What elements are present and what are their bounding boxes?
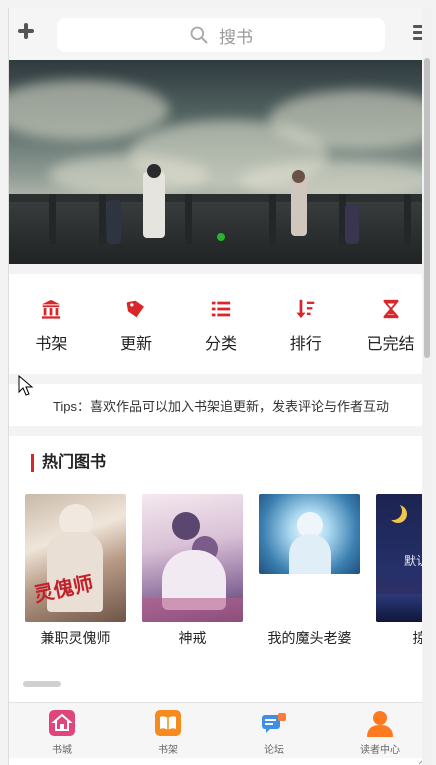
category-ranking[interactable]: 排行 [270, 284, 342, 374]
category-label: 书架 [35, 336, 68, 353]
banner-carousel[interactable] [9, 60, 431, 264]
category-label: 排行 [289, 336, 322, 353]
vertical-scrollbar[interactable] [422, 8, 432, 765]
scrollbar-thumb[interactable] [424, 58, 430, 358]
carousel-indicator[interactable] [217, 233, 225, 241]
divider [9, 426, 431, 436]
book-cover[interactable] [259, 494, 360, 574]
category-label: 分类 [204, 336, 237, 353]
top-bar: 搜书 [9, 8, 431, 60]
hourglass-icon [383, 299, 399, 319]
bottom-tab-bar: 书城 书架 论坛 读者中心 [9, 702, 431, 758]
book-title: 我的魔头老婆 [267, 630, 352, 646]
category-label: 已完结 [366, 336, 415, 353]
search-bar[interactable]: 搜书 [57, 18, 385, 52]
search-placeholder: 搜书 [219, 27, 253, 47]
search-icon [190, 26, 208, 44]
add-icon[interactable] [15, 20, 37, 42]
category-classify[interactable]: 分类 [185, 284, 257, 374]
book-title: 兼职灵傀师 [40, 630, 111, 646]
tab-bookshelf[interactable]: 书架 [128, 703, 208, 758]
bank-icon [42, 299, 61, 319]
tab-bookcity[interactable]: 书城 [22, 703, 102, 758]
divider [9, 374, 431, 384]
home-icon [49, 710, 75, 736]
tab-reader-center[interactable]: 读者中心 [340, 703, 420, 758]
hot-books-section: 热门图书 灵傀师 兼职灵傀师 神戒 我的魔头老婆 默 [9, 436, 431, 702]
category-label: 更新 [120, 336, 153, 353]
book-list: 灵傀师 兼职灵傀师 神戒 我的魔头老婆 默 [25, 494, 431, 648]
book-card[interactable]: 神戒 [142, 494, 243, 648]
divider [9, 264, 431, 274]
app-frame: 搜书 书架 更新 分类 排行 已完结 Tips：喜欢作品可以加入书架追更新，发表… [8, 8, 432, 765]
book-card[interactable]: 我的魔头老婆 [259, 494, 360, 648]
category-bookshelf[interactable]: 书架 [15, 284, 87, 374]
category-update[interactable]: 更新 [100, 284, 172, 374]
horizontal-scrollbar[interactable] [23, 681, 61, 687]
forum-icon [262, 713, 286, 733]
book-card[interactable]: 灵傀师 兼职灵傀师 [25, 494, 126, 648]
mouse-cursor-icon [18, 375, 34, 396]
category-finished[interactable]: 已完结 [355, 284, 427, 374]
tab-label: 书架 [158, 745, 178, 756]
list-icon [211, 301, 231, 317]
sort-icon [296, 299, 315, 319]
book-title: 神戒 [178, 630, 207, 646]
book-cover[interactable]: 灵傀师 [25, 494, 126, 622]
tag-icon [126, 300, 145, 318]
tab-label: 读者中心 [360, 745, 400, 756]
tab-forum[interactable]: 论坛 [234, 703, 314, 758]
book-cover[interactable] [142, 494, 243, 622]
moon-icon [384, 502, 402, 520]
tab-label: 书城 [52, 745, 72, 756]
section-title: 热门图书 [31, 454, 106, 472]
user-icon [367, 711, 393, 737]
tab-label: 论坛 [264, 745, 284, 756]
book-icon [155, 710, 181, 736]
tips-text: Tips：喜欢作品可以加入书架追更新，发表评论与作者互动 [52, 398, 390, 414]
category-row: 书架 更新 分类 排行 已完结 [9, 284, 431, 374]
